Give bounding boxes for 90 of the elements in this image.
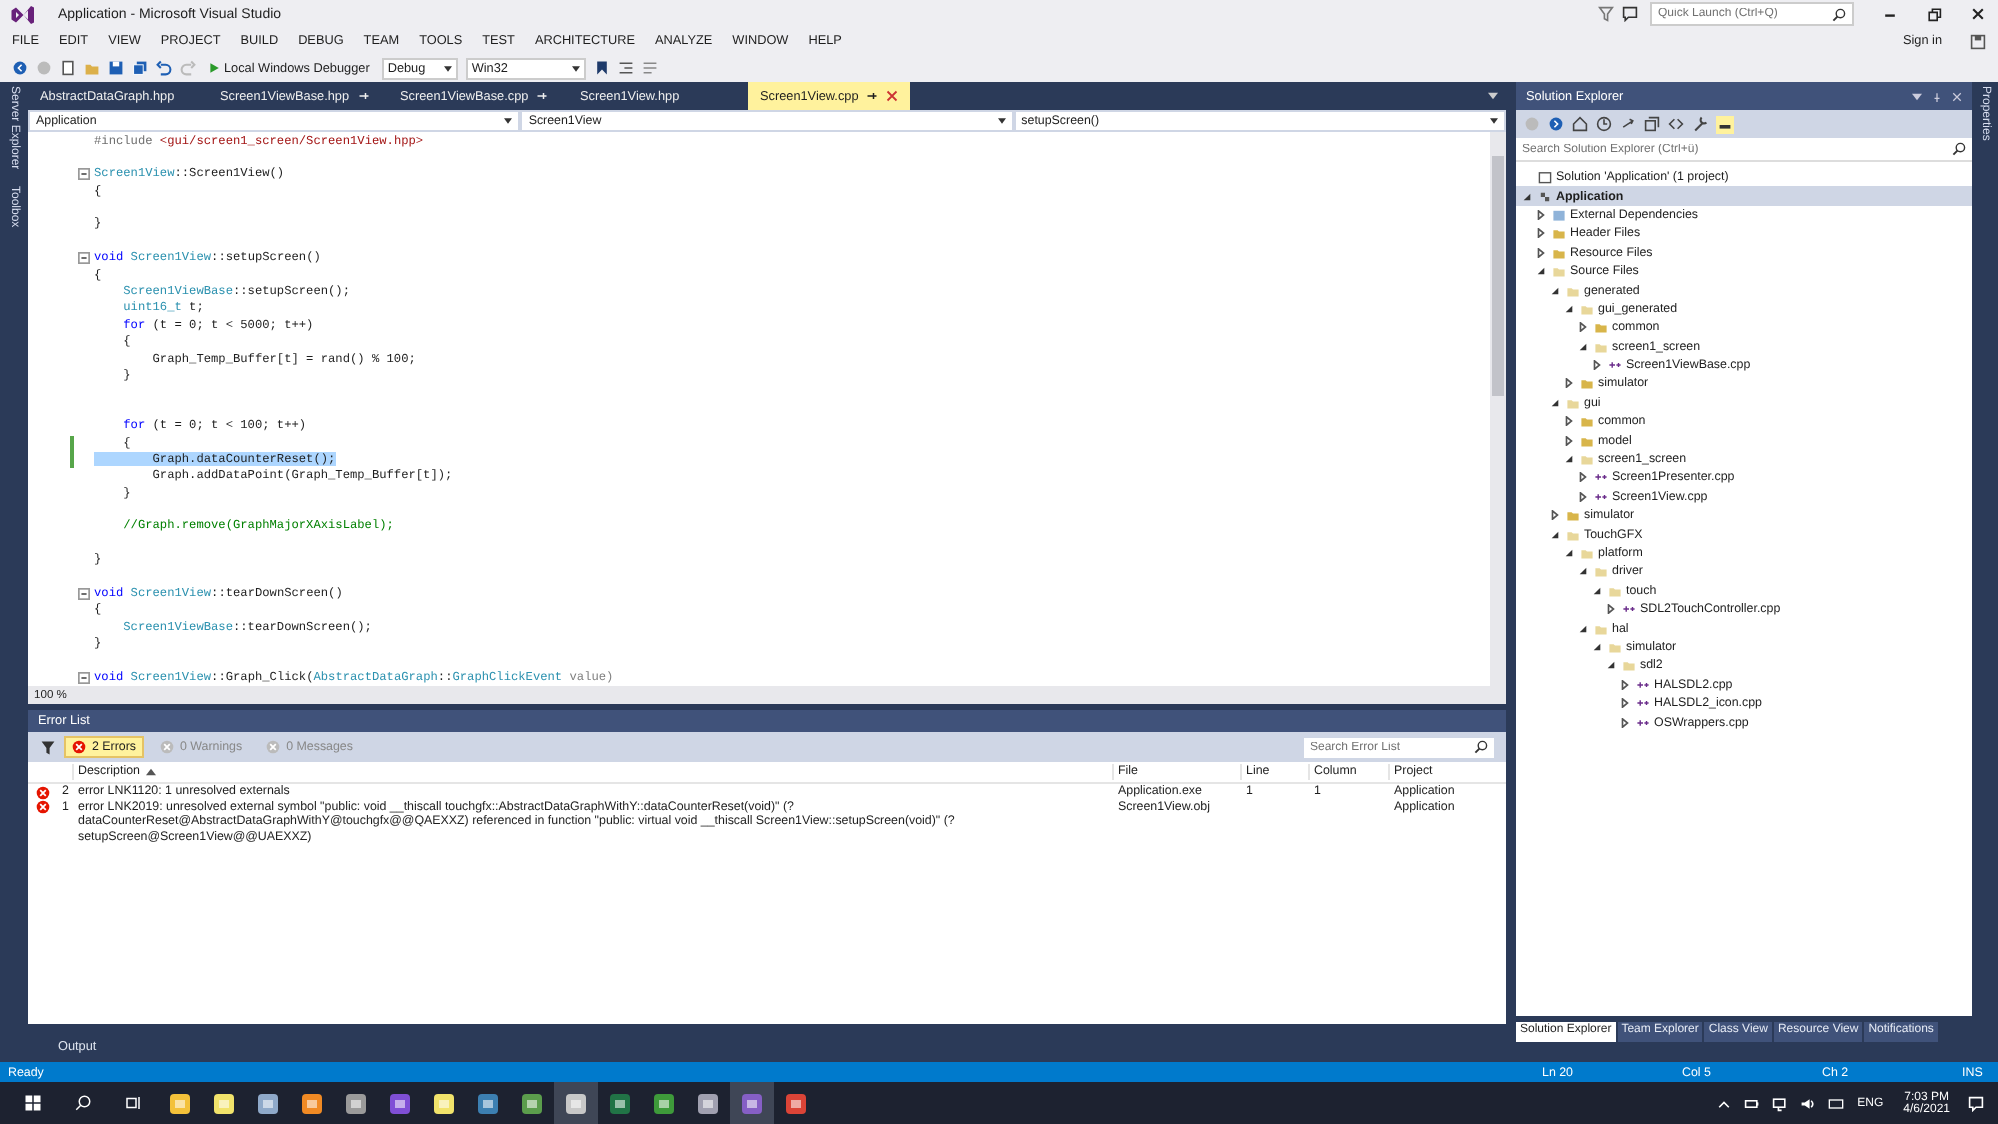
cpp-file-icon bbox=[1636, 677, 1650, 692]
dropdown-icon bbox=[571, 65, 580, 71]
collapsed-arrow-icon[interactable] bbox=[1564, 416, 1574, 427]
wrench-icon[interactable] bbox=[1692, 116, 1708, 132]
collapsed-arrow-icon[interactable] bbox=[1578, 322, 1588, 333]
collapsed-arrow-icon[interactable] bbox=[1578, 491, 1588, 502]
dropdown-icon[interactable] bbox=[1912, 91, 1922, 101]
collapsed-arrow-icon[interactable] bbox=[1606, 604, 1616, 615]
collapse-icon[interactable] bbox=[78, 252, 90, 265]
app-icon[interactable] bbox=[300, 1091, 324, 1115]
cpp-file-icon bbox=[1636, 715, 1650, 730]
collapse-icon[interactable] bbox=[78, 168, 90, 181]
collapsed-arrow-icon[interactable] bbox=[1536, 247, 1546, 258]
dependencies-icon bbox=[1552, 207, 1566, 222]
collapsed-arrow-icon[interactable] bbox=[1620, 717, 1630, 728]
cpp-file-icon bbox=[1608, 358, 1622, 373]
dropdown-icon bbox=[504, 118, 513, 124]
expanded-arrow-icon[interactable] bbox=[1578, 341, 1588, 352]
cpp-file-icon bbox=[1636, 696, 1650, 711]
notification-icon[interactable] bbox=[1968, 1095, 1984, 1111]
network-icon[interactable] bbox=[1771, 1095, 1788, 1111]
dropdown-icon bbox=[443, 65, 452, 71]
collapsed-arrow-icon[interactable] bbox=[1536, 228, 1546, 239]
code-icon[interactable] bbox=[1668, 116, 1684, 132]
solution-icon bbox=[1538, 170, 1552, 185]
expanded-arrow-icon[interactable] bbox=[1564, 303, 1574, 314]
search-icon bbox=[1952, 142, 1966, 156]
filter-icon[interactable] bbox=[1598, 6, 1614, 22]
search-icon bbox=[1474, 740, 1488, 754]
collapsed-arrow-icon[interactable] bbox=[1620, 679, 1630, 690]
error-icon bbox=[72, 740, 86, 754]
expanded-arrow-icon[interactable] bbox=[1564, 454, 1574, 465]
dropdown-icon[interactable] bbox=[1488, 92, 1498, 100]
speech-bubble-icon[interactable] bbox=[1622, 6, 1638, 22]
restore-icon[interactable] bbox=[1926, 6, 1942, 22]
comment-icon[interactable] bbox=[641, 60, 658, 76]
forward-icon[interactable] bbox=[1548, 116, 1564, 132]
search-icon[interactable] bbox=[74, 1094, 92, 1112]
expanded-arrow-icon[interactable] bbox=[1564, 548, 1574, 558]
cpp-file-icon bbox=[1594, 470, 1608, 485]
save-all-icon[interactable] bbox=[132, 60, 148, 76]
clock-icon[interactable] bbox=[1596, 116, 1612, 132]
bookmark-icon[interactable] bbox=[593, 60, 610, 76]
windows-start-icon[interactable] bbox=[24, 1094, 42, 1112]
expanded-arrow-icon[interactable] bbox=[1536, 266, 1546, 277]
dropdown-icon bbox=[997, 118, 1006, 124]
new-project-icon[interactable] bbox=[60, 60, 76, 76]
preview-icon[interactable] bbox=[1716, 115, 1734, 133]
expanded-arrow-icon[interactable] bbox=[1592, 641, 1602, 652]
cpp-file-icon bbox=[1594, 489, 1608, 504]
volume-icon[interactable] bbox=[1799, 1095, 1816, 1111]
expanded-arrow-icon[interactable] bbox=[1522, 191, 1532, 202]
expanded-arrow-icon[interactable] bbox=[1592, 585, 1602, 596]
collapse-all-icon[interactable] bbox=[1644, 116, 1660, 132]
indent-icon[interactable] bbox=[617, 60, 634, 76]
collapse-icon[interactable] bbox=[78, 672, 90, 685]
info-icon bbox=[266, 740, 281, 754]
battery-icon[interactable] bbox=[1743, 1095, 1760, 1111]
home-icon[interactable] bbox=[1572, 116, 1588, 132]
back-icon[interactable] bbox=[12, 60, 28, 76]
expanded-arrow-icon[interactable] bbox=[1550, 529, 1560, 540]
account-icon[interactable] bbox=[1970, 33, 1986, 49]
search-icon bbox=[1832, 7, 1846, 21]
collapse-icon[interactable] bbox=[78, 588, 90, 601]
collapsed-arrow-icon[interactable] bbox=[1592, 360, 1602, 371]
play-icon bbox=[208, 62, 220, 74]
collapsed-arrow-icon[interactable] bbox=[1578, 472, 1588, 483]
undo-icon[interactable] bbox=[156, 60, 172, 76]
collapsed-arrow-icon[interactable] bbox=[1564, 435, 1574, 446]
pin-icon[interactable] bbox=[866, 90, 879, 102]
cpp-file-icon bbox=[1622, 602, 1636, 617]
collapsed-arrow-icon[interactable] bbox=[1564, 378, 1574, 389]
task-view-icon[interactable] bbox=[124, 1094, 142, 1112]
warning-icon bbox=[160, 740, 175, 754]
filter-icon[interactable] bbox=[40, 739, 56, 755]
expanded-arrow-icon[interactable] bbox=[1578, 566, 1588, 577]
sort-arrow-icon bbox=[145, 768, 156, 776]
expanded-arrow-icon[interactable] bbox=[1550, 397, 1560, 408]
expanded-arrow-icon[interactable] bbox=[1550, 285, 1560, 296]
close-icon[interactable] bbox=[1970, 6, 1986, 22]
keyboard-icon[interactable] bbox=[1827, 1095, 1844, 1111]
expanded-arrow-icon[interactable] bbox=[1578, 623, 1588, 634]
expanded-arrow-icon[interactable] bbox=[1606, 660, 1616, 671]
project-icon bbox=[1538, 189, 1552, 204]
app-icon[interactable] bbox=[388, 1091, 412, 1115]
save-icon[interactable] bbox=[108, 60, 124, 76]
collapsed-arrow-icon[interactable] bbox=[1620, 698, 1630, 709]
collapsed-arrow-icon[interactable] bbox=[1536, 209, 1546, 220]
collapsed-arrow-icon[interactable] bbox=[1550, 510, 1560, 521]
dropdown-icon bbox=[1489, 118, 1498, 124]
